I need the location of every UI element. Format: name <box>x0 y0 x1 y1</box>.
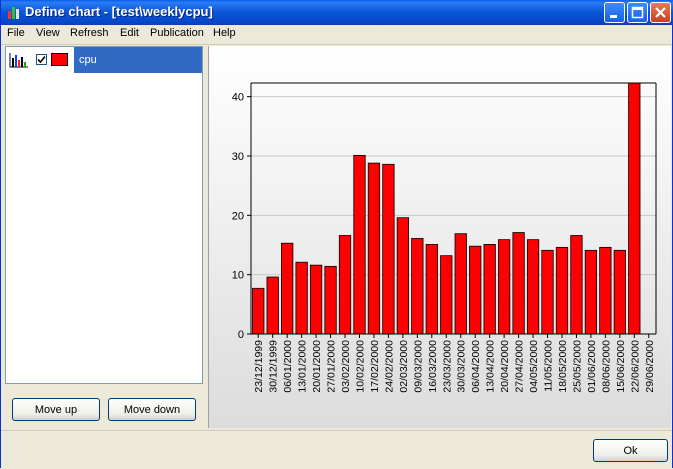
close-button[interactable] <box>650 2 671 23</box>
bar-02/03/2000 <box>396 217 410 335</box>
x-tick-label-7: 10/02/2000 <box>354 340 366 393</box>
x-tick-label-23: 01/06/2000 <box>586 340 598 393</box>
bar-20/01/2000 <box>309 264 323 335</box>
define-chart-window: Define chart - [test\weeklycpu] File Vie… <box>0 0 673 469</box>
bar-27/01/2000 <box>324 265 337 335</box>
bar-30/12/1999 <box>266 276 279 335</box>
bar-10/02/2000 <box>353 154 366 335</box>
x-tick-label-4: 20/01/2000 <box>311 340 323 393</box>
series-color-swatch[interactable] <box>51 53 68 66</box>
bar-11/05/2000 <box>541 249 554 335</box>
series-visible-checkbox[interactable] <box>36 54 47 65</box>
checkmark-icon <box>37 55 46 64</box>
menu-edit[interactable]: Edit <box>120 27 139 39</box>
bar-03/02/2000 <box>338 235 352 335</box>
x-tick-label-9: 24/02/2000 <box>383 340 395 393</box>
bar-22/06/2000 <box>628 82 641 335</box>
x-tick-label-10: 02/03/2000 <box>398 340 410 393</box>
bar-09/03/2000 <box>411 238 424 335</box>
bar-13/04/2000 <box>483 243 496 335</box>
bar-08/06/2000 <box>599 246 612 335</box>
x-tick-label-20: 11/05/2000 <box>543 340 555 392</box>
y-tick-label-30: 30 <box>232 151 244 163</box>
bar-17/02/2000 <box>367 162 381 335</box>
chart-pane: 0 10 20 30 40 23/12/1999 30/12/1999 06/01/2000… <box>208 46 671 428</box>
minimize-icon <box>610 15 617 18</box>
x-tick-label-13: 23/03/2000 <box>441 340 453 393</box>
move-down-button[interactable]: Move down <box>108 398 196 421</box>
menu-view[interactable]: View <box>36 27 60 39</box>
bar-24/02/2000 <box>382 163 395 335</box>
bar-30/03/2000 <box>454 233 467 335</box>
x-tick-label-12: 16/03/2000 <box>427 340 439 393</box>
menu-help[interactable]: Help <box>213 27 236 39</box>
bar-06/01/2000 <box>281 242 294 335</box>
x-tick-label-18: 27/04/2000 <box>514 340 526 393</box>
cpu-bar-chart: 0 10 20 30 40 23/12/1999 30/12/1999 06/01/2000… <box>209 46 671 428</box>
bar-23/03/2000 <box>440 255 453 335</box>
bar-20/04/2000 <box>497 239 511 335</box>
bar-04/05/2000 <box>526 239 540 335</box>
x-tick-label-14: 30/03/2000 <box>456 340 468 393</box>
bar-27/04/2000 <box>512 232 525 335</box>
menu-publication[interactable]: Publication <box>150 27 204 39</box>
status-bar: Ok <box>1 430 672 469</box>
x-tick-label-16: 13/04/2000 <box>485 340 497 393</box>
y-tick-label-40: 40 <box>232 92 244 104</box>
maximize-button[interactable] <box>627 2 648 23</box>
menu-refresh[interactable]: Refresh <box>70 27 109 39</box>
x-tick-label-0: 23/12/1999 <box>253 340 265 393</box>
x-tick-label-21: 18/05/2000 <box>557 340 569 393</box>
x-tick-label-1: 30/12/1999 <box>268 340 280 393</box>
maximize-icon <box>631 6 644 19</box>
x-tick-label-19: 04/05/2000 <box>528 340 540 393</box>
menu-bar: File View Refresh Edit Publication Help <box>1 25 672 45</box>
series-list[interactable]: cpu <box>5 46 203 384</box>
bar-chart-icon <box>9 53 28 68</box>
bar-06/04/2000 <box>469 245 482 335</box>
bar-01/06/2000 <box>584 249 598 335</box>
x-tick-label-11: 09/03/2000 <box>412 340 424 393</box>
x-tick-label-5: 27/01/2000 <box>326 340 338 393</box>
bar-16/03/2000 <box>425 243 438 335</box>
y-tick-label-10: 10 <box>232 270 244 282</box>
bar-25/05/2000 <box>570 235 583 335</box>
x-tick-label-6: 03/02/2000 <box>340 340 352 393</box>
menu-file[interactable]: File <box>7 27 25 39</box>
window-title: Define chart - [test\weeklycpu] <box>25 4 213 19</box>
x-tick-label-3: 13/01/2000 <box>297 340 309 393</box>
bar-15/06/2000 <box>613 249 626 335</box>
y-tick-label-20: 20 <box>232 210 244 222</box>
x-tick-label-8: 17/02/2000 <box>369 340 381 393</box>
chart-app-icon <box>8 7 19 19</box>
series-row-cpu[interactable]: cpu <box>6 47 202 73</box>
close-icon <box>655 7 666 18</box>
x-tick-label-24: 08/06/2000 <box>600 340 612 393</box>
x-tick-label-15: 06/04/2000 <box>470 340 482 393</box>
x-tick-label-22: 25/05/2000 <box>571 340 583 393</box>
move-up-button[interactable]: Move up <box>12 398 100 421</box>
ok-button[interactable]: Ok <box>593 439 668 462</box>
series-label[interactable]: cpu <box>74 47 202 73</box>
minimize-button[interactable] <box>604 2 625 23</box>
x-tick-label-2: 06/01/2000 <box>282 340 294 393</box>
bar-13/01/2000 <box>295 261 308 335</box>
x-tick-label-27: 29/06/2000 <box>644 340 656 393</box>
x-tick-label-25: 15/06/2000 <box>615 340 627 393</box>
title-bar[interactable]: Define chart - [test\weeklycpu] <box>1 0 673 25</box>
bar-23/12/1999 <box>252 287 265 335</box>
y-tick-label-0: 0 <box>238 329 244 341</box>
x-tick-label-26: 22/06/2000 <box>629 340 641 393</box>
x-tick-label-17: 20/04/2000 <box>499 340 511 393</box>
bar-18/05/2000 <box>555 246 569 335</box>
